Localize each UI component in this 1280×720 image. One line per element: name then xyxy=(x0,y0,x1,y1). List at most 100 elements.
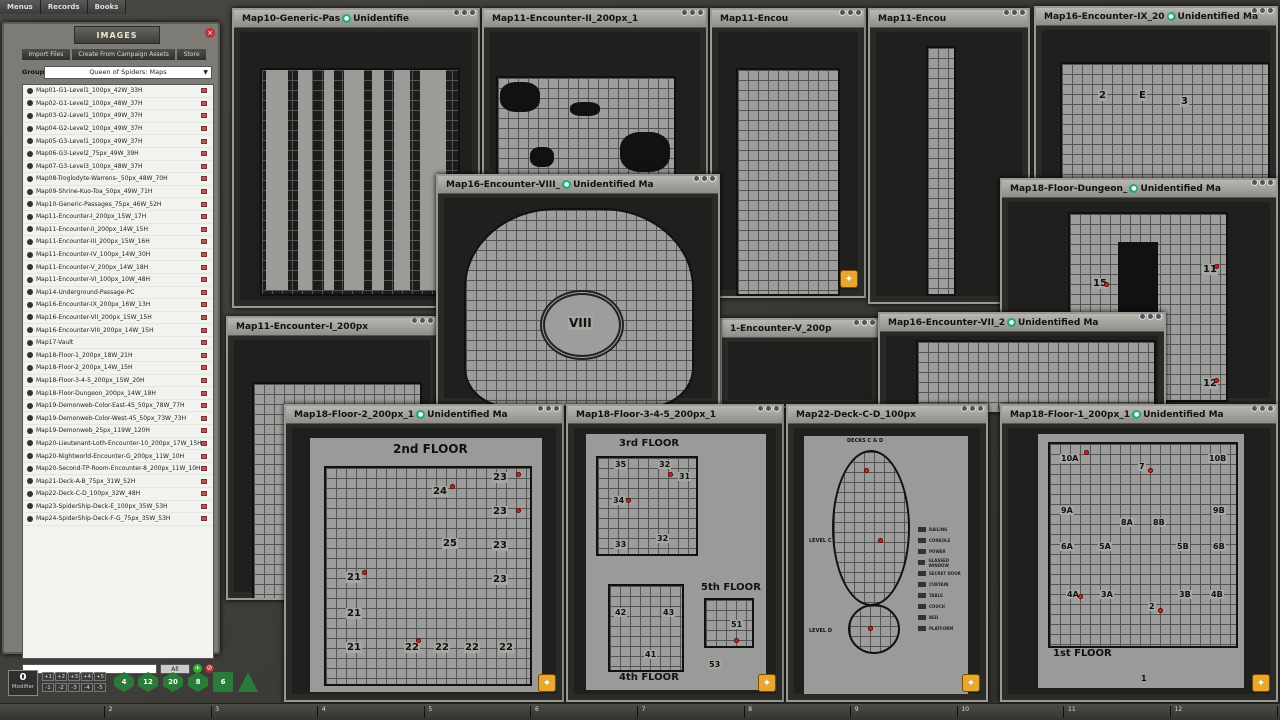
share-icon[interactable] xyxy=(1251,180,1258,186)
list-item[interactable]: Map10-Generic-Passages_75px_46W_52H xyxy=(23,198,213,211)
list-item[interactable]: Map17-Vault xyxy=(23,337,213,350)
window-controls[interactable] xyxy=(1251,180,1274,186)
modifier-step-button[interactable]: -2 xyxy=(55,683,67,692)
list-item[interactable]: Map04-G2-Level2_100px_49W_37H xyxy=(23,123,213,136)
drag-handle-icon[interactable] xyxy=(27,125,33,132)
map-canvas[interactable]: VIII xyxy=(444,198,712,404)
share-icon[interactable] xyxy=(537,406,544,412)
modifier-step-button[interactable]: +5 xyxy=(94,672,106,681)
d6-die-icon[interactable]: 6 xyxy=(213,672,233,692)
window-title[interactable]: Map18-Floor-3-4-5_200px_1 xyxy=(568,406,782,424)
images-panel[interactable]: IMAGES × Import Files Create From Campai… xyxy=(2,22,220,674)
hotkey-slot[interactable]: 9 xyxy=(853,706,958,718)
window-title[interactable]: Map16-Encounter-VIII_ ● Unidentified Ma xyxy=(438,176,718,194)
list-item[interactable]: Map18-Floor-1_200px_18W_21H xyxy=(23,349,213,363)
close-icon[interactable] xyxy=(1267,180,1274,186)
list-item[interactable]: Map23-SpiderShip-Deck-E_100px_35W_53H xyxy=(23,501,213,514)
image-icon[interactable] xyxy=(201,403,207,409)
modifier-step-button[interactable]: +2 xyxy=(55,672,67,681)
image-icon[interactable] xyxy=(201,163,207,169)
image-icon[interactable] xyxy=(201,453,207,459)
list-item[interactable]: Map06-G3-Level2_75px_49W_39H xyxy=(23,148,213,161)
minimize-icon[interactable] xyxy=(765,406,772,412)
map-window-map18-floor345[interactable]: Map18-Floor-3-4-5_200px_1 3rd FLOOR 35 3… xyxy=(566,404,784,702)
hotkey-slot[interactable]: 6 xyxy=(533,706,638,718)
drag-handle-icon[interactable] xyxy=(27,150,33,157)
image-icon[interactable] xyxy=(201,415,207,421)
image-icon[interactable] xyxy=(201,314,207,320)
map-pin[interactable] xyxy=(1214,378,1219,383)
drag-handle-icon[interactable] xyxy=(27,100,33,107)
image-icon[interactable] xyxy=(201,151,207,157)
drag-handle-icon[interactable] xyxy=(27,339,33,346)
window-controls[interactable] xyxy=(1251,406,1274,412)
drag-handle-icon[interactable] xyxy=(27,515,33,522)
share-icon[interactable] xyxy=(853,320,860,326)
image-icon[interactable] xyxy=(201,113,207,119)
close-icon[interactable] xyxy=(773,406,780,412)
drag-handle-icon[interactable] xyxy=(27,226,33,233)
close-icon[interactable] xyxy=(1155,314,1162,320)
map-canvas[interactable]: 2nd FLOOR 24 23 23 25 23 23 21 21 21 22 … xyxy=(292,428,556,694)
hotkey-slot[interactable]: 5 xyxy=(426,706,532,718)
map-pin[interactable] xyxy=(868,626,873,631)
modifier-step-button[interactable]: +1 xyxy=(42,672,54,681)
list-item[interactable]: Map20-Second-TP-Room-Encounter-8_200px_1… xyxy=(23,463,213,476)
map-pin[interactable] xyxy=(516,508,521,513)
drag-handle-icon[interactable] xyxy=(27,112,33,119)
map-window-map11-v[interactable]: 1-Encounter-V_200p xyxy=(720,318,880,408)
window-controls[interactable] xyxy=(681,10,704,16)
image-icon[interactable] xyxy=(201,302,207,308)
hotkey-slot[interactable]: 4 xyxy=(320,706,425,718)
map-canvas[interactable]: 3rd FLOOR 35 32 31 34 33 32 42 43 41 4th… xyxy=(574,428,776,694)
map-lock-icon[interactable]: ✦ xyxy=(538,674,556,692)
modifier-step-button[interactable]: -3 xyxy=(68,683,80,692)
window-title[interactable]: Map18-Floor-1_200px_1 ● Unidentified Ma xyxy=(1002,406,1276,424)
modifier-step-button[interactable]: -4 xyxy=(81,683,93,692)
drag-handle-icon[interactable] xyxy=(27,415,33,422)
window-title[interactable]: Map18-Floor-Dungeon_ ● Unidentified Ma xyxy=(1002,180,1276,198)
modifier-step-button[interactable]: +4 xyxy=(81,672,93,681)
map-pin[interactable] xyxy=(1078,594,1083,599)
image-icon[interactable] xyxy=(201,214,207,220)
import-files-button[interactable]: Import Files xyxy=(22,49,70,60)
drag-handle-icon[interactable] xyxy=(27,251,33,258)
map-canvas[interactable] xyxy=(728,342,872,400)
hotkey-slot[interactable]: 3 xyxy=(213,706,319,718)
list-item[interactable]: Map05-G3-Level1_100px_49W_37H xyxy=(23,135,213,148)
list-item[interactable]: Map02-G1-Level2_100px_48W_37H xyxy=(23,98,213,111)
close-icon[interactable] xyxy=(977,406,984,412)
map-pin[interactable] xyxy=(1158,608,1163,613)
map-window-map16-vii[interactable]: Map16-Encounter-VII_2 ● Unidentified Ma xyxy=(878,312,1166,412)
list-item[interactable]: Map03-G2-Level1_100px_49W_37H xyxy=(23,110,213,123)
map-window-map16-viii[interactable]: Map16-Encounter-VIII_ ● Unidentified Ma VI… xyxy=(436,174,720,406)
list-item[interactable]: Map16-Encounter-VIII_200px_14W_15H xyxy=(23,324,213,337)
map-pin[interactable] xyxy=(878,538,883,543)
image-icon[interactable] xyxy=(201,377,207,383)
list-item[interactable]: Map19-Demonweb-Color-East-45_50px_78W_77… xyxy=(23,400,213,413)
image-icon[interactable] xyxy=(201,390,207,396)
list-item[interactable]: Map11-Encounter-II_200px_14W_15H xyxy=(23,224,213,237)
map-canvas[interactable] xyxy=(490,32,700,176)
map-window-map22[interactable]: Map22-Deck-C-D_100px DECKS C & D LEVEL C… xyxy=(786,404,988,702)
hotkey-slot[interactable]: 8 xyxy=(746,706,852,718)
hotkey-slot[interactable]: 7 xyxy=(640,706,745,718)
drag-handle-icon[interactable] xyxy=(27,465,33,472)
minimize-icon[interactable] xyxy=(419,318,426,324)
list-item[interactable]: Map16-Encounter-VII_200px_15W_15H xyxy=(23,312,213,325)
drag-handle-icon[interactable] xyxy=(27,427,33,434)
minimize-icon[interactable] xyxy=(1147,314,1154,320)
map-lock-icon[interactable]: ✦ xyxy=(840,270,858,288)
image-icon[interactable] xyxy=(201,239,207,245)
group-select[interactable]: Queen of Spiders: Maps ▼ xyxy=(44,65,212,79)
minimize-icon[interactable] xyxy=(847,10,854,16)
minimize-icon[interactable] xyxy=(1011,10,1018,16)
minimize-icon[interactable] xyxy=(969,406,976,412)
map-lock-icon[interactable]: ✦ xyxy=(758,674,776,692)
list-item[interactable]: Map07-G3-Level3_100px_48W_37H xyxy=(23,161,213,174)
drag-handle-icon[interactable] xyxy=(27,390,33,397)
drag-handle-icon[interactable] xyxy=(27,352,33,359)
minimize-icon[interactable] xyxy=(461,10,468,16)
image-icon[interactable] xyxy=(201,138,207,144)
hotkey-slot[interactable] xyxy=(0,706,105,718)
